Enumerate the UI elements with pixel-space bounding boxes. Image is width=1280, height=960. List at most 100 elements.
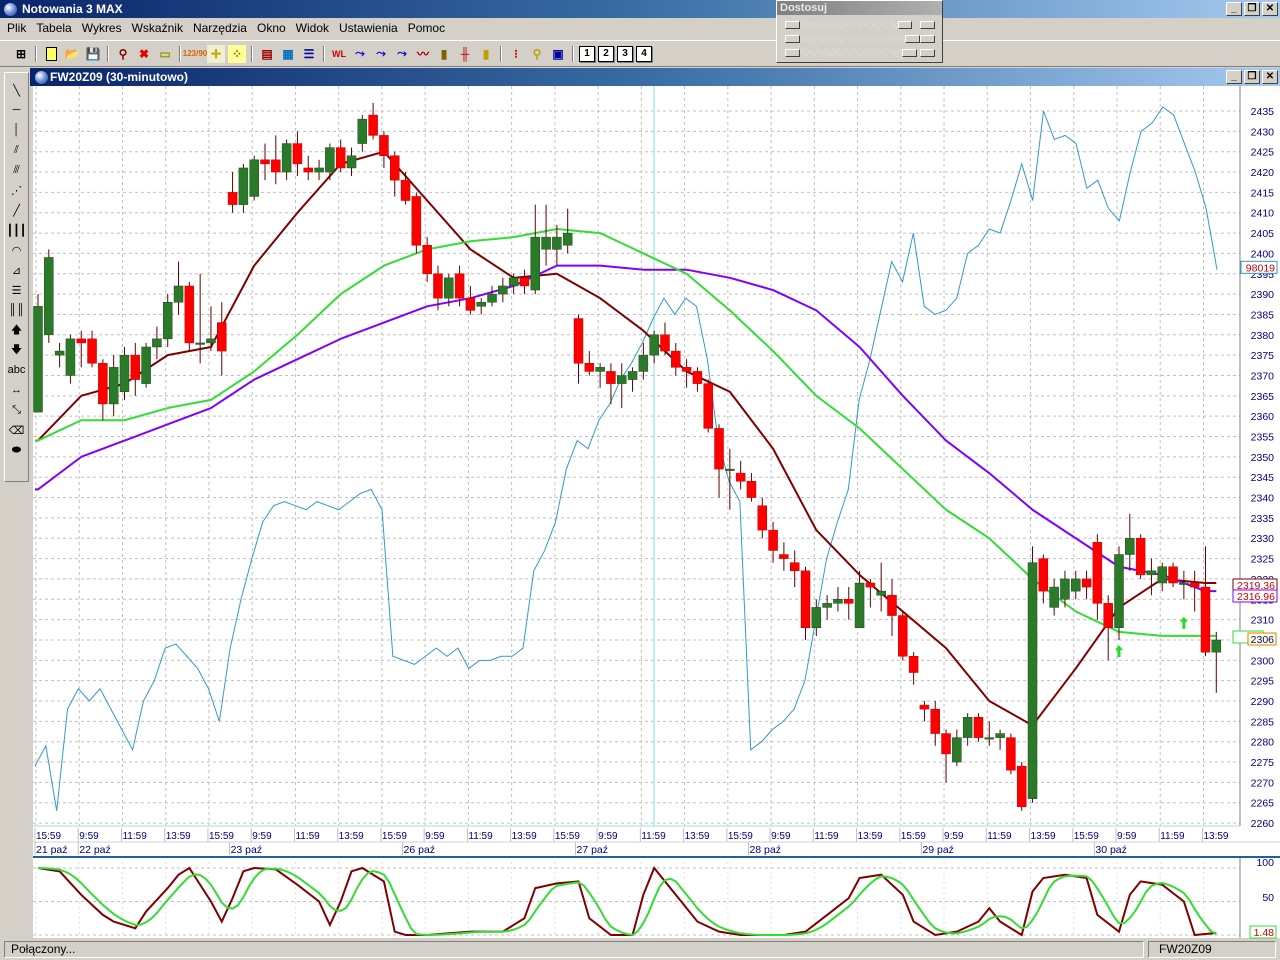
layout-1-button[interactable]: 1 (579, 45, 595, 62)
menu-ustawienia[interactable]: Ustawienia (334, 21, 403, 35)
table-icon[interactable]: ▤ (258, 45, 276, 63)
vertical-line-icon[interactable]: │ (7, 121, 27, 139)
candle-down (865, 582, 876, 588)
chart-minimize-button[interactable]: _ (1226, 70, 1242, 84)
chart-close-button[interactable]: ✕ (1262, 70, 1278, 84)
close-button[interactable]: ✕ (1262, 2, 1278, 16)
candle-down (898, 615, 908, 657)
new-file-icon[interactable] (42, 45, 60, 63)
adjust-slider-1[interactable] (785, 21, 935, 29)
ohlc-icon[interactable]: ╫ (456, 45, 474, 63)
channel-icon[interactable]: ⫻ (7, 161, 27, 179)
text-tool[interactable]: abc (7, 361, 27, 379)
cycle-lines-icon[interactable]: ┃┃┃ (7, 221, 27, 239)
menu-wykres[interactable]: Wykres (77, 21, 127, 35)
ruler-icon[interactable]: ▭ (156, 45, 174, 63)
fan-lines-icon[interactable]: ⋰ (7, 181, 27, 199)
crosshair-alt-icon[interactable]: ⁘ (228, 44, 246, 63)
candle-down (789, 562, 800, 572)
layout-2-button[interactable]: 2 (598, 45, 614, 62)
candle-up (65, 338, 76, 376)
fibonacci-fan-icon[interactable]: ⊿ (7, 261, 27, 279)
arrow-down-icon[interactable]: 🡇 (7, 341, 27, 359)
price-tick-label: 2410 (1251, 208, 1275, 220)
eraser-all-icon[interactable]: ⬬ (7, 441, 27, 459)
chart-restore-button[interactable]: ❐ (1244, 70, 1260, 84)
adjust-slider-3[interactable] (785, 49, 935, 57)
layout-4-button[interactable]: 4 (636, 45, 652, 62)
diagonal-line-icon[interactable]: ╲ (7, 81, 27, 99)
candle-down (260, 159, 270, 165)
date-label: 29 paź (922, 844, 954, 856)
arrow-up-icon[interactable]: 🡅 (7, 321, 27, 339)
eraser-icon[interactable]: ⌫ (7, 421, 27, 439)
layout-3-button[interactable]: 3 (617, 45, 633, 62)
app-icon (4, 3, 17, 16)
crosshair-icon[interactable]: ✛ (207, 44, 225, 63)
candle-up (206, 338, 216, 344)
candle-down (681, 367, 692, 372)
bar-chart-icon[interactable]: ▮ (435, 45, 453, 63)
colors-icon[interactable]: ▦ (279, 45, 297, 63)
candle-up (984, 737, 995, 740)
parallel-lines-icon[interactable]: ⫽ (7, 141, 27, 159)
arrow-step-icon[interactable]: ⤳ (351, 45, 369, 63)
candle-down (292, 143, 303, 165)
horizontal-line-icon[interactable]: ─ (7, 101, 27, 119)
candle-up (346, 155, 357, 169)
arrow-step-3-icon[interactable]: ⤳ (393, 45, 411, 63)
traffic-light-icon[interactable]: ⁝ (507, 45, 525, 63)
trend-line-icon[interactable]: ╱ (7, 201, 27, 219)
zoom-icon[interactable]: ⚲ (114, 45, 132, 63)
fibonacci-levels-icon[interactable]: ☰ (7, 281, 27, 299)
menu-pomoc[interactable]: Pomoc (403, 21, 450, 35)
candle-up (1146, 570, 1157, 576)
line-chart-icon[interactable]: 〰 (414, 45, 432, 63)
candle-up (498, 285, 508, 295)
grid-icon[interactable]: ⊞ (12, 45, 30, 63)
arrow-step-2-icon[interactable]: ⤳ (372, 45, 390, 63)
candle-up (33, 306, 43, 413)
candle-down (1189, 582, 1200, 588)
candle-icon[interactable]: ▮ (477, 45, 495, 63)
overlay-value-label: 98019 (1246, 262, 1275, 274)
menu-plik[interactable]: Plik (2, 21, 31, 35)
list-icon[interactable]: ☰ (300, 45, 318, 63)
candle-down (660, 334, 670, 352)
zoom-add-icon[interactable]: ⚲ (528, 45, 546, 63)
candle-up (281, 143, 292, 173)
time-label: 13:59 (858, 831, 883, 842)
time-label: 15:59 (901, 831, 926, 842)
time-label: 13:59 (339, 831, 364, 842)
candle-up (541, 236, 551, 250)
price-chart[interactable]: 2435243024252420241524102405240023952390… (30, 86, 1280, 940)
window-add-icon[interactable]: ▣ (549, 45, 567, 63)
move-horizontal-icon[interactable]: ↔ (7, 381, 27, 399)
time-zones-icon[interactable]: ║║ (7, 301, 27, 319)
candle-up (854, 582, 865, 629)
arc-icon[interactable]: ◠ (7, 241, 27, 259)
minimize-button[interactable]: _ (1226, 2, 1242, 16)
wl-icon[interactable]: WL (330, 45, 348, 63)
adjust-slider-2[interactable] (785, 35, 935, 43)
toolbar-separator (251, 45, 253, 62)
candle-down (389, 155, 400, 181)
menu-widok[interactable]: Widok (291, 21, 334, 35)
save-icon[interactable]: 💾 (84, 45, 102, 63)
candle-down (454, 273, 465, 299)
restore-button[interactable]: ❐ (1244, 2, 1260, 16)
candle-up (152, 338, 162, 348)
open-folder-icon[interactable]: 📂 (63, 45, 81, 63)
delete-icon[interactable]: ✖ (135, 45, 153, 63)
candle-up (444, 277, 454, 299)
numbers-icon[interactable]: 123/90 (183, 45, 207, 63)
menu-wskaznik[interactable]: Wskaźnik (127, 21, 188, 35)
resize-icon[interactable]: ⤡ (7, 401, 27, 419)
candle-down (227, 192, 238, 205)
price-tick-label: 2380 (1251, 330, 1275, 342)
menu-narzedzia[interactable]: Narzędzia (188, 21, 252, 35)
osc-value-label: 1.48 (1254, 927, 1275, 939)
candle-down (98, 363, 108, 405)
menu-tabela[interactable]: Tabela (31, 21, 76, 35)
menu-okno[interactable]: Okno (252, 21, 291, 35)
